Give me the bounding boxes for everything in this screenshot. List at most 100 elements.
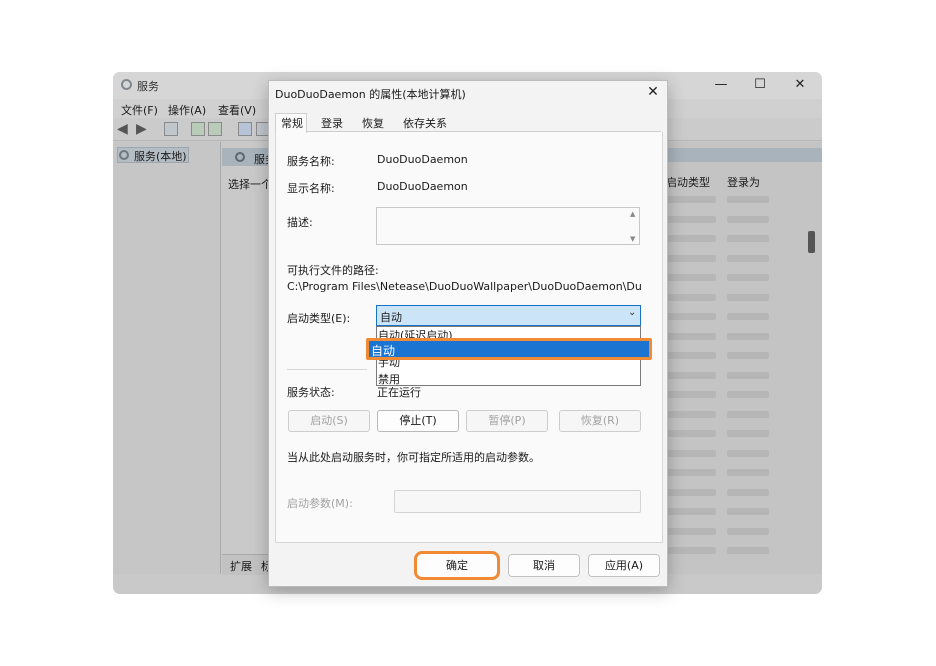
table-row-placeholder [727,196,769,203]
table-row-placeholder [727,371,769,379]
export-icon[interactable] [208,122,222,136]
gear-icon [235,152,245,162]
table-row-placeholder [666,410,716,418]
table-row-placeholder [666,469,716,476]
scroll-down-icon[interactable]: ▼ [630,235,635,243]
chevron-down-icon[interactable]: ⌄ [628,307,636,318]
gear-icon [119,150,129,160]
param-label: 启动参数(M): [287,497,353,510]
table-row-placeholder [727,449,769,457]
table-row-placeholder [666,391,716,398]
service-name-label: 服务名称: [287,155,335,168]
tab-extended[interactable]: 扩展 [230,558,252,574]
show-tree-icon[interactable] [164,122,178,136]
table-row-placeholder [666,235,716,242]
exe-path-value: C:\Program Files\Netease\DuoDuoWallpaper… [287,280,642,293]
tab-dependencies[interactable]: 依存关系 [399,115,451,132]
option-manual[interactable]: 手动 [378,359,400,370]
table-row-placeholder [727,215,769,223]
ok-button[interactable]: 确定 [414,551,500,580]
option-auto-highlight-label: 自动 [371,344,396,358]
column-logon-as[interactable]: 登录为 [727,174,760,190]
dialog-title: DuoDuoDaemon 的属性(本地计算机) [275,88,466,101]
table-row-placeholder [727,488,769,496]
refresh-icon[interactable] [191,122,205,136]
menu-action[interactable]: 操作(A) [168,102,206,118]
table-row-placeholder [666,196,716,203]
display-name-label: 显示名称: [287,182,335,195]
startup-type-value: 自动 [380,311,402,324]
resume-button[interactable]: 恢复(R) [559,410,641,432]
table-row-placeholder [727,410,769,418]
table-row-placeholder [666,332,716,340]
description-label: 描述: [287,216,313,229]
tree-pane [113,142,221,574]
table-row-placeholder [666,293,716,301]
table-row-placeholder [666,352,716,359]
table-row-placeholder [727,254,769,262]
help-icon[interactable] [238,122,252,136]
service-name-value: DuoDuoDaemon [377,153,468,166]
tree-item-label: 服务(本地) [134,150,187,163]
table-row-placeholder [727,391,769,398]
table-row-placeholder [666,215,716,223]
divider [287,369,367,370]
close-window-button[interactable]: ✕ [785,76,815,94]
pause-button[interactable]: 暂停(P) [466,410,548,432]
table-row-placeholder [727,547,769,554]
apply-button[interactable]: 应用(A) [588,554,660,577]
tab-logon[interactable]: 登录 [317,115,347,132]
table-row-placeholder [727,469,769,476]
back-arrow-icon[interactable]: ◀ [117,122,128,136]
menu-file[interactable]: 文件(F) [121,102,158,118]
option-disabled[interactable]: 禁用 [378,371,400,387]
forward-arrow-icon[interactable]: ▶ [136,122,147,136]
startup-type-select[interactable] [376,305,641,326]
table-row-placeholder [666,527,716,535]
table-row-placeholder [666,508,716,515]
table-row-placeholder [727,508,769,515]
table-row-placeholder [666,371,716,379]
option-auto-delayed[interactable]: 自动(延迟启动) [378,327,453,338]
table-row-placeholder [666,254,716,262]
table-row-placeholder [727,274,769,281]
table-row-placeholder [727,332,769,340]
table-row-placeholder [727,527,769,535]
cancel-button[interactable]: 取消 [508,554,580,577]
select-item-text: 选择一个 [228,178,272,191]
maximize-button[interactable]: ☐ [745,76,775,94]
table-row-placeholder [666,430,716,437]
table-row-placeholder [727,293,769,301]
table-row-placeholder [666,274,716,281]
close-icon[interactable]: ✕ [645,84,661,100]
gear-icon [121,79,132,90]
table-header-bar [666,148,822,162]
menu-view[interactable]: 查看(V) [218,102,256,118]
option-auto-highlight[interactable] [366,338,652,360]
service-status-label: 服务状态: [287,386,335,399]
startup-type-label: 启动类型(E): [287,312,351,325]
table-row-placeholder [727,313,769,320]
start-button[interactable]: 启动(S) [288,410,370,432]
display-name-value: DuoDuoDaemon [377,180,468,193]
scrollbar-thumb[interactable] [808,231,815,253]
table-row-placeholder [666,313,716,320]
param-hint: 当从此处启动服务时，你可指定所适用的启动参数。 [287,451,540,464]
exe-path-label: 可执行文件的路径: [287,264,379,277]
services-window-title: 服务 [137,80,159,93]
tab-recovery[interactable]: 恢复 [358,115,388,132]
table-row-placeholder [666,449,716,457]
table-row-placeholder [727,235,769,242]
table-row-placeholder [666,488,716,496]
description-field[interactable] [376,207,640,245]
services-list-pane [222,142,270,574]
start-params-input[interactable] [394,490,641,513]
minimize-button[interactable]: — [706,76,736,94]
tab-general[interactable]: 常规 [277,115,307,132]
scroll-up-icon[interactable]: ▲ [630,210,635,218]
table-row-placeholder [727,430,769,437]
stop-button[interactable]: 停止(T) [377,410,459,432]
column-startup-type[interactable]: 启动类型 [666,174,710,190]
table-row-placeholder [666,547,716,554]
table-row-placeholder [727,352,769,359]
